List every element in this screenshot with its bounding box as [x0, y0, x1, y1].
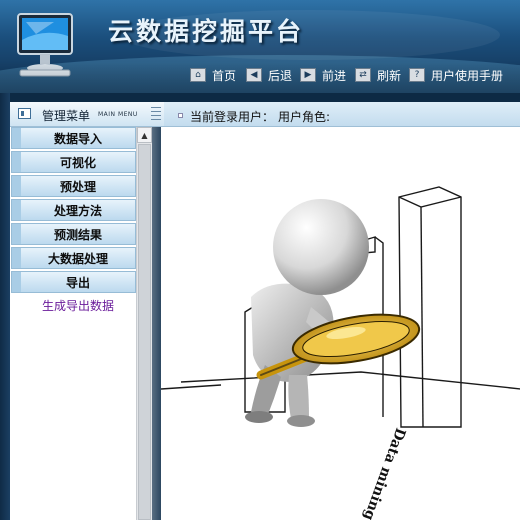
menu-panel-icon: [18, 108, 31, 119]
menu-subtitle: MAIN MENU: [98, 111, 138, 118]
menu-item-label: 预处理: [59, 179, 96, 194]
forward-arrow-icon: ▶: [300, 68, 316, 82]
menu-header: 管理菜单 MAIN MENU: [10, 102, 164, 127]
sidebar-scrollbar[interactable]: ▲: [136, 127, 152, 520]
user-info-bar: 当前登录用户： 用户角色:: [164, 102, 520, 127]
forward-label: 前进: [322, 68, 347, 83]
refresh-nav-button[interactable]: ⇄ 刷新: [355, 67, 401, 83]
illustration-caption: Data mining: [360, 426, 408, 520]
menu-item-big-data[interactable]: 大数据处理: [11, 247, 136, 269]
menu-item-processing-methods[interactable]: 处理方法: [11, 199, 136, 221]
home-nav-button[interactable]: ⌂ 首页: [190, 67, 236, 83]
menu-item-label: 数据导入: [53, 131, 102, 146]
menu-item-label: 预测结果: [53, 227, 102, 242]
sidebar-menu: 数据导入 可视化 预处理 处理方法 预测结果 大数据处理 导出 生成导出数据: [10, 127, 136, 520]
forward-nav-button[interactable]: ▶ 前进: [300, 67, 346, 83]
person-figure: [245, 199, 369, 427]
generate-export-data-link[interactable]: 生成导出数据: [20, 297, 136, 314]
app-title: 云数据挖掘平台: [108, 17, 305, 46]
current-user-label: 当前登录用户：: [190, 110, 275, 124]
refresh-label: 刷新: [377, 68, 402, 83]
scroll-up-icon[interactable]: ▲: [137, 127, 152, 143]
menu-item-visualization[interactable]: 可视化: [11, 151, 136, 173]
menu-item-lead: [11, 247, 21, 269]
user-role-label: 用户角色:: [278, 110, 331, 124]
user-manual-nav-button[interactable]: ? 用户使用手册: [409, 67, 503, 83]
menu-item-lead: [11, 151, 21, 173]
back-arrow-icon: ◀: [246, 68, 262, 82]
menu-item-label: 处理方法: [53, 203, 102, 218]
home-icon: ⌂: [190, 68, 206, 82]
menu-item-lead: [11, 175, 21, 197]
main-content: Data mining: [161, 127, 520, 520]
menu-item-lead: [11, 127, 21, 149]
scroll-thumb[interactable]: [138, 144, 151, 520]
menu-item-lead: [11, 271, 21, 293]
bullet-icon: [178, 113, 183, 118]
help-icon: ?: [409, 68, 425, 82]
menu-item-label: 大数据处理: [47, 251, 108, 266]
back-label: 后退: [268, 68, 293, 83]
menu-item-data-import[interactable]: 数据导入: [11, 127, 136, 149]
menu-item-preprocessing[interactable]: 预处理: [11, 175, 136, 197]
menu-item-label: 导出: [65, 275, 90, 290]
menu-item-export[interactable]: 导出: [11, 271, 136, 293]
home-label: 首页: [212, 68, 237, 83]
data-mining-illustration: Data mining: [161, 186, 520, 520]
grip-handle-icon[interactable]: [151, 107, 161, 121]
menu-item-label: 可视化: [59, 155, 96, 170]
menu-item-prediction-results[interactable]: 预测结果: [11, 223, 136, 245]
menu-title: 管理菜单: [42, 109, 91, 123]
menu-item-lead: [11, 199, 21, 221]
menu-item-lead: [11, 223, 21, 245]
top-nav-bar: ⌂ 首页 ◀ 后退 ▶ 前进 ⇄ 刷新 ? 用户使用手册: [0, 62, 520, 93]
back-nav-button[interactable]: ◀ 后退: [246, 67, 292, 83]
panel-divider[interactable]: [152, 127, 161, 520]
user-manual-label: 用户使用手册: [431, 68, 504, 83]
left-gutter: [0, 93, 10, 520]
app-header: 云数据挖掘平台 ⌂ 首页 ◀ 后退 ▶ 前进 ⇄ 刷新 ? 用户使用手册: [0, 0, 520, 93]
refresh-icon: ⇄: [355, 68, 371, 82]
